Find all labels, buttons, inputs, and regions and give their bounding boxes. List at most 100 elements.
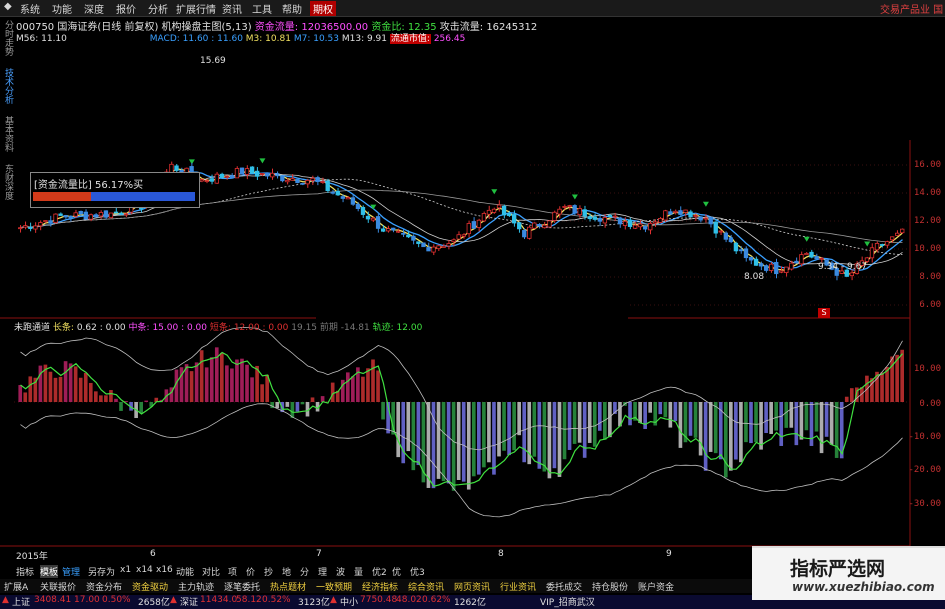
extension-tab[interactable]: 扩展A — [4, 580, 28, 593]
extension-tab[interactable]: 资金驱动 — [132, 580, 168, 593]
candle — [632, 224, 638, 229]
m3-value: M3: 10.81 — [245, 34, 291, 44]
buy-signal-icon — [864, 241, 871, 247]
candle — [718, 230, 723, 233]
sz-up-icon: ▲ — [170, 595, 177, 605]
toolbar-item[interactable]: 指标 — [16, 565, 34, 578]
candle — [285, 179, 290, 183]
extension-tab[interactable]: 行业资讯 — [500, 580, 536, 593]
candle — [224, 175, 230, 178]
indicator-bar — [78, 377, 83, 402]
indicator-bar — [345, 372, 350, 402]
toolbar-item[interactable]: 管理 — [62, 565, 80, 578]
candle — [471, 221, 477, 229]
candle — [895, 232, 900, 236]
candle — [889, 236, 895, 241]
toolbar-item[interactable]: 项 — [228, 565, 237, 578]
toolbar-item[interactable]: 抄 — [264, 565, 273, 578]
extension-tab[interactable]: 主力轨迹 — [178, 580, 214, 593]
indicator-bar — [678, 402, 683, 448]
long-label: 长条: — [52, 323, 74, 333]
indicator-bar — [582, 402, 587, 458]
toolbar-item[interactable]: x1 — [120, 565, 131, 575]
zx-label[interactable]: 中小 — [340, 595, 358, 608]
candle — [753, 258, 759, 266]
indicator-bar — [477, 402, 481, 475]
vip-account[interactable]: VIP_招商武汉 — [540, 595, 595, 608]
candle — [78, 211, 83, 215]
toolbar-item[interactable]: 另存为 — [88, 565, 115, 578]
candle — [572, 205, 577, 214]
toolbar-item[interactable]: 动能 — [176, 565, 194, 578]
candle — [355, 203, 361, 209]
extension-tab[interactable]: 持仓股份 — [592, 580, 628, 593]
trend-value: 12.00 — [396, 323, 423, 333]
toolbar-item[interactable]: 优2 — [372, 565, 387, 578]
toolbar-item[interactable]: 模板 — [40, 565, 59, 578]
toolbar-item[interactable]: 价 — [246, 565, 255, 578]
toolbar-item[interactable]: x14 — [136, 565, 153, 575]
indicator-bar — [552, 402, 557, 469]
candle — [557, 208, 562, 215]
extension-tab[interactable]: 经济指标 — [362, 580, 398, 593]
indicator-bar — [799, 402, 804, 440]
indicator-bar — [48, 371, 53, 402]
toolbar-item[interactable]: 波 — [336, 565, 345, 578]
indicator-bar — [492, 402, 496, 475]
candle — [335, 190, 340, 196]
toolbar-item[interactable]: 理 — [318, 565, 327, 578]
candle — [743, 248, 749, 259]
candle — [305, 179, 310, 185]
toolbar-item[interactable]: 优3 — [410, 565, 425, 578]
extension-tab[interactable]: 热点题材 — [270, 580, 306, 593]
extension-tab[interactable]: 综合资讯 — [408, 580, 444, 593]
buy-signal-icon — [571, 194, 578, 200]
indicator-bar — [300, 402, 305, 405]
candle — [763, 265, 769, 271]
sh-label[interactable]: 上证 — [12, 595, 30, 608]
indicator-bar — [88, 382, 93, 402]
price-tick: 10.00 — [913, 244, 941, 254]
indicator-bar — [688, 402, 693, 436]
indicator-bar — [693, 402, 698, 438]
toolbar-item[interactable]: 量 — [354, 565, 363, 578]
mid-value: 15.00 : 0.00 — [152, 323, 208, 333]
toolbar-item[interactable]: 优 — [392, 565, 401, 578]
candle — [511, 214, 517, 224]
indicator-bar — [754, 402, 758, 443]
indicator-bar — [99, 395, 103, 402]
indicator-bar — [194, 362, 199, 402]
price-tick: 12.00 — [913, 216, 941, 226]
indicator-bar — [295, 402, 300, 412]
indicator-bar — [844, 396, 849, 402]
toolbar-item[interactable]: 对比 — [202, 565, 220, 578]
sz-label[interactable]: 深证 — [180, 595, 198, 608]
toolbar-item[interactable]: 地 — [282, 565, 291, 578]
candle — [249, 166, 255, 174]
indicator-bar — [804, 402, 809, 431]
extension-tab[interactable]: 委托成交 — [546, 580, 582, 593]
toolbar-item[interactable]: x16 — [156, 565, 173, 575]
indicator-bar — [230, 368, 234, 402]
candle — [648, 223, 653, 231]
extension-tab[interactable]: 关联报价 — [40, 580, 76, 593]
extension-tab[interactable]: 账户资金 — [638, 580, 674, 593]
candle — [567, 205, 572, 208]
indicator-tick: 10.00 — [913, 364, 941, 374]
candle — [673, 210, 678, 213]
low-price-label: 8.08 — [744, 272, 765, 282]
candle — [779, 270, 784, 273]
indicator-bar — [351, 376, 355, 402]
trend-label: 轨迹: — [372, 323, 394, 333]
candle — [637, 223, 643, 228]
indicator-bar — [260, 384, 264, 402]
extension-tab[interactable]: 逐笔委托 — [224, 580, 260, 593]
extension-tab[interactable]: 网页资讯 — [454, 580, 490, 593]
extension-tab[interactable]: 一致预期 — [316, 580, 352, 593]
indicator-bar — [73, 366, 78, 402]
indicator-bar — [784, 402, 789, 428]
candle — [260, 172, 265, 175]
toolbar-item[interactable]: 分 — [300, 565, 309, 578]
extension-tab[interactable]: 资金分布 — [86, 580, 122, 593]
candle — [547, 220, 552, 228]
